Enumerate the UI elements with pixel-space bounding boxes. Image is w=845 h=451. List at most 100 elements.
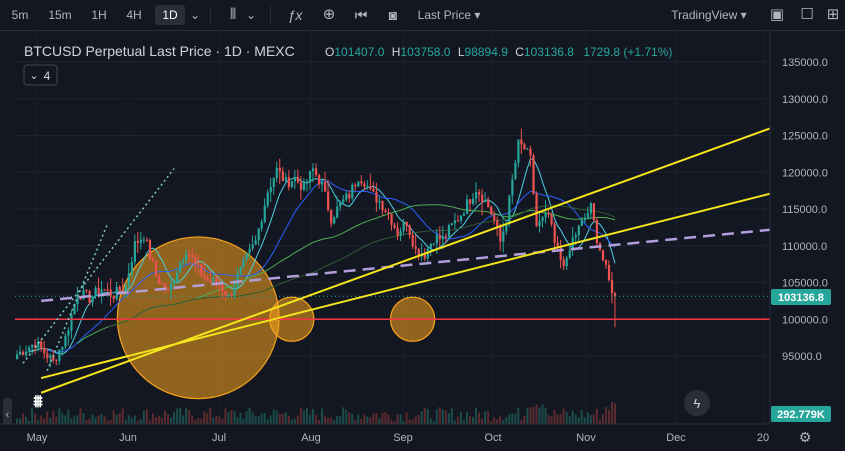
price-axis[interactable]	[770, 31, 845, 424]
volume-bar	[16, 418, 18, 424]
price-chart[interactable]: ‹ 95000.0 100000.0 105000.0 110000.0 115000.…	[0, 0, 845, 451]
volume-bar	[70, 418, 73, 424]
volume-bar	[34, 413, 37, 424]
volume-bar	[420, 411, 423, 424]
volume-bar	[553, 409, 556, 424]
candle-body	[481, 194, 484, 203]
volume-bar	[462, 420, 465, 424]
volume-bar	[318, 419, 320, 424]
time-tick-label: Jul	[212, 432, 226, 444]
price-tick-label: 95000.0	[782, 351, 822, 363]
volume-bar	[97, 415, 100, 424]
candle-body	[550, 214, 553, 224]
candle-body	[532, 155, 535, 194]
candle-body	[293, 177, 297, 182]
candle-body	[381, 200, 384, 211]
candle-body	[302, 182, 306, 190]
candle-body	[185, 254, 188, 261]
time-tick-label: Sep	[393, 432, 413, 444]
candle-body	[577, 225, 580, 236]
candle-body	[257, 228, 260, 241]
candle-body	[514, 162, 517, 180]
gear-icon[interactable]: ⚙	[799, 429, 812, 445]
volume-bar	[200, 419, 203, 424]
volume-bar	[465, 412, 468, 424]
candle-body	[478, 192, 481, 195]
volume-bar	[79, 408, 82, 424]
volume-bar	[487, 411, 490, 424]
volume-bar	[556, 414, 559, 424]
price-tick-label: 105000.0	[782, 278, 828, 290]
candle-body	[124, 284, 127, 291]
candle-body	[142, 239, 146, 241]
volume-bar	[230, 409, 233, 424]
candle-body	[133, 241, 136, 263]
candle-body	[311, 168, 315, 172]
candle-body	[299, 182, 303, 190]
candle-body	[239, 266, 242, 275]
volume-bar	[414, 416, 417, 424]
volume-bar	[472, 416, 475, 424]
candle-body	[43, 348, 46, 354]
candle-body	[19, 351, 22, 355]
candle-body	[547, 212, 550, 215]
volume-bar	[115, 414, 118, 424]
volume-bar	[311, 408, 314, 424]
volume-bar	[408, 419, 411, 424]
candle-body	[330, 209, 333, 224]
volume-bar	[206, 412, 209, 424]
volume-bar	[378, 417, 381, 424]
volume-bar	[112, 410, 115, 424]
candle-body	[127, 273, 130, 285]
volume-bar	[330, 417, 333, 424]
volume-bar	[523, 416, 526, 424]
volume-bar	[435, 409, 438, 424]
volume-bar	[254, 416, 257, 424]
candle-body	[49, 355, 52, 359]
candle-body	[351, 184, 354, 199]
volume-bar	[94, 417, 97, 424]
candle-body	[290, 181, 294, 187]
volume-bar	[532, 406, 535, 424]
volume-bar	[372, 413, 375, 424]
volume-bar	[296, 415, 299, 424]
volume-bar	[191, 415, 194, 424]
candle-body	[345, 193, 348, 200]
volume-bar	[67, 409, 70, 424]
candle-body	[112, 295, 115, 299]
volume-bar	[260, 413, 263, 424]
candle-body	[396, 227, 399, 236]
volume-bar	[266, 419, 269, 424]
volume-bar	[203, 410, 206, 424]
volume-bar	[484, 411, 487, 424]
volume-bar	[263, 413, 266, 424]
candle-body	[450, 223, 454, 226]
volume-bar	[550, 416, 553, 424]
candle-body	[610, 279, 614, 294]
indicators-count: 4	[44, 69, 51, 83]
volume-bar	[73, 416, 76, 424]
candle-body	[435, 235, 438, 244]
candle-body	[604, 260, 608, 265]
candle-body	[538, 220, 541, 226]
volume-bar	[517, 407, 520, 424]
volume-bar	[139, 419, 142, 424]
volume-bar	[475, 407, 478, 424]
candle-body	[318, 175, 321, 185]
candle-body	[348, 193, 351, 199]
volume-bar	[61, 412, 64, 424]
volume-bar	[145, 409, 148, 424]
volume-bar	[127, 415, 130, 424]
candle-body	[529, 148, 532, 156]
candle-body	[333, 217, 336, 224]
candle-body	[188, 254, 191, 256]
volume-bar	[194, 419, 197, 424]
volume-bar	[601, 414, 604, 424]
candle-body	[109, 289, 112, 296]
candle-body	[97, 287, 100, 295]
volume-bar	[381, 412, 384, 424]
candle-body	[508, 195, 511, 224]
volume-bar	[109, 420, 112, 424]
volume-bar	[130, 417, 133, 424]
symbol-title: BTCUSD Perpetual Last Price · 1D · MEXC	[24, 43, 295, 59]
